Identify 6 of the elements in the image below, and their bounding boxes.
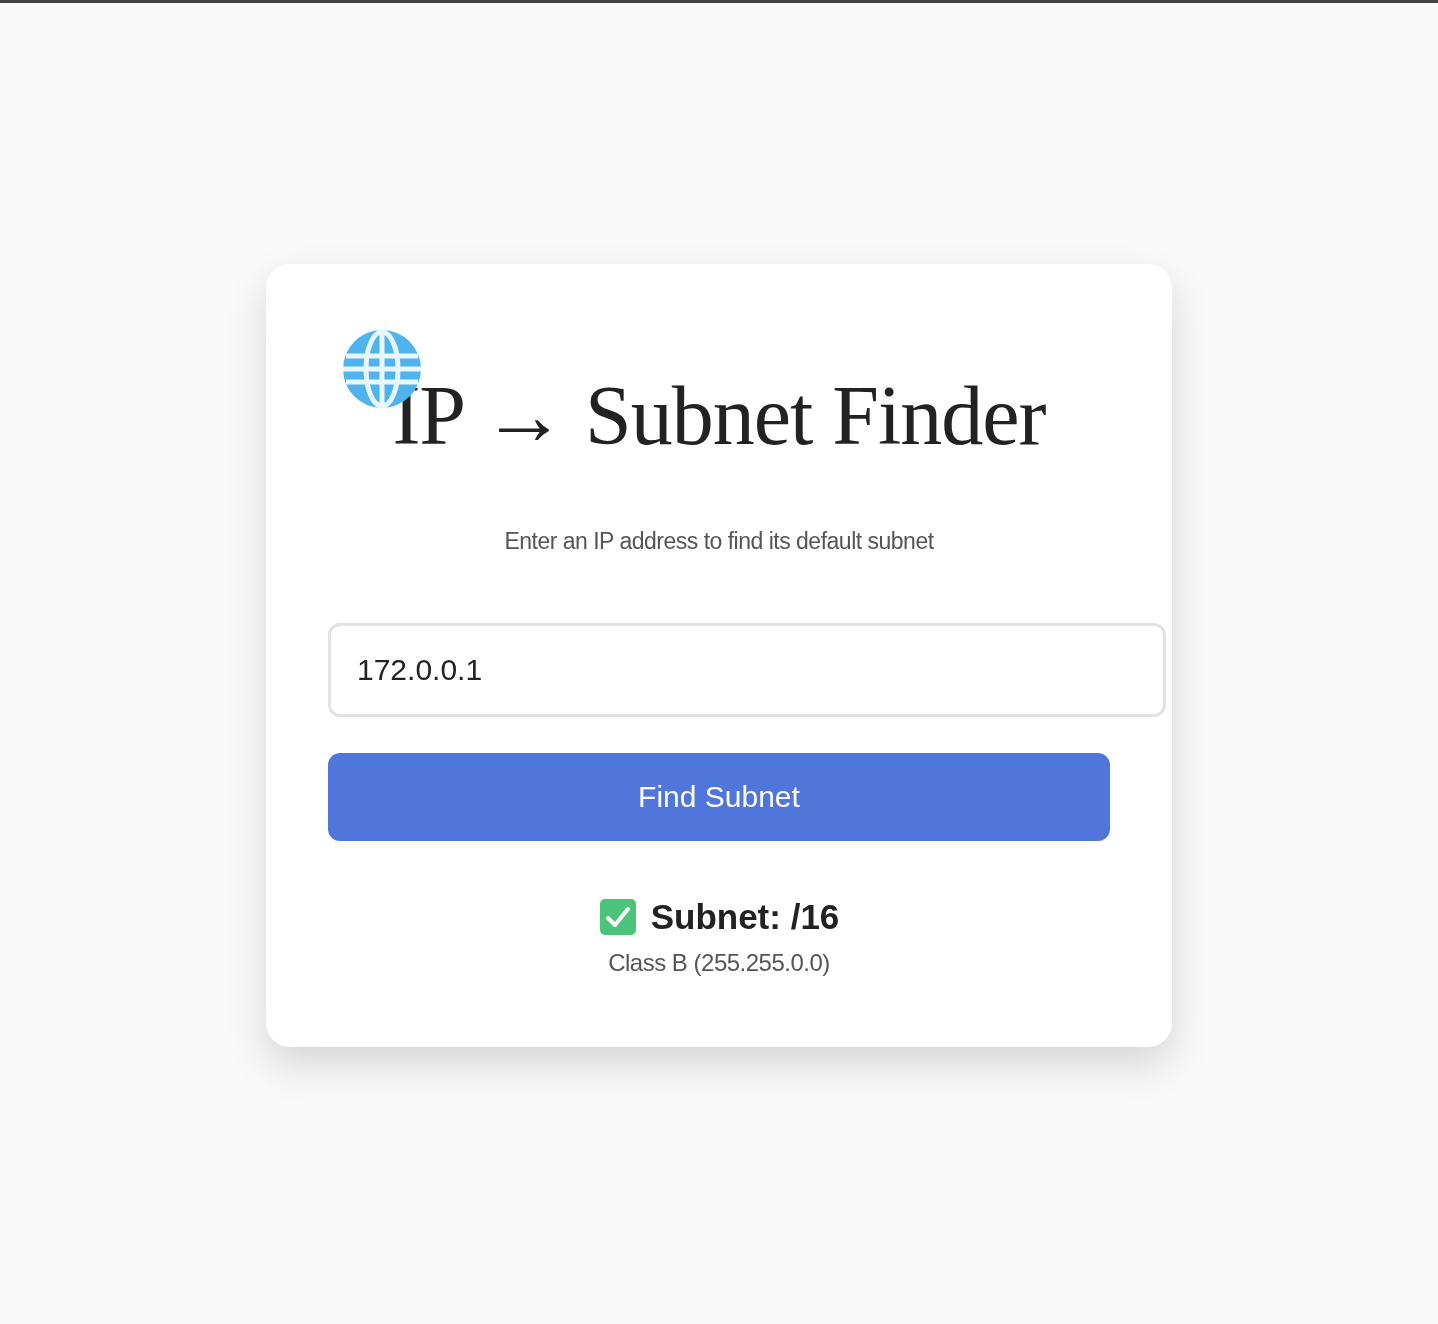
ip-input-field[interactable]: 172.0.0.1 (328, 622, 1166, 717)
result-heading: Subnet: /16 (650, 895, 840, 938)
check-icon (598, 898, 637, 937)
subtitle: Enter an IP address to find its default subnet (503, 527, 935, 557)
result-detail: Class B (255.255.0.0) (607, 948, 831, 979)
find-subnet-button[interactable]: Find Subnet (328, 752, 1110, 841)
